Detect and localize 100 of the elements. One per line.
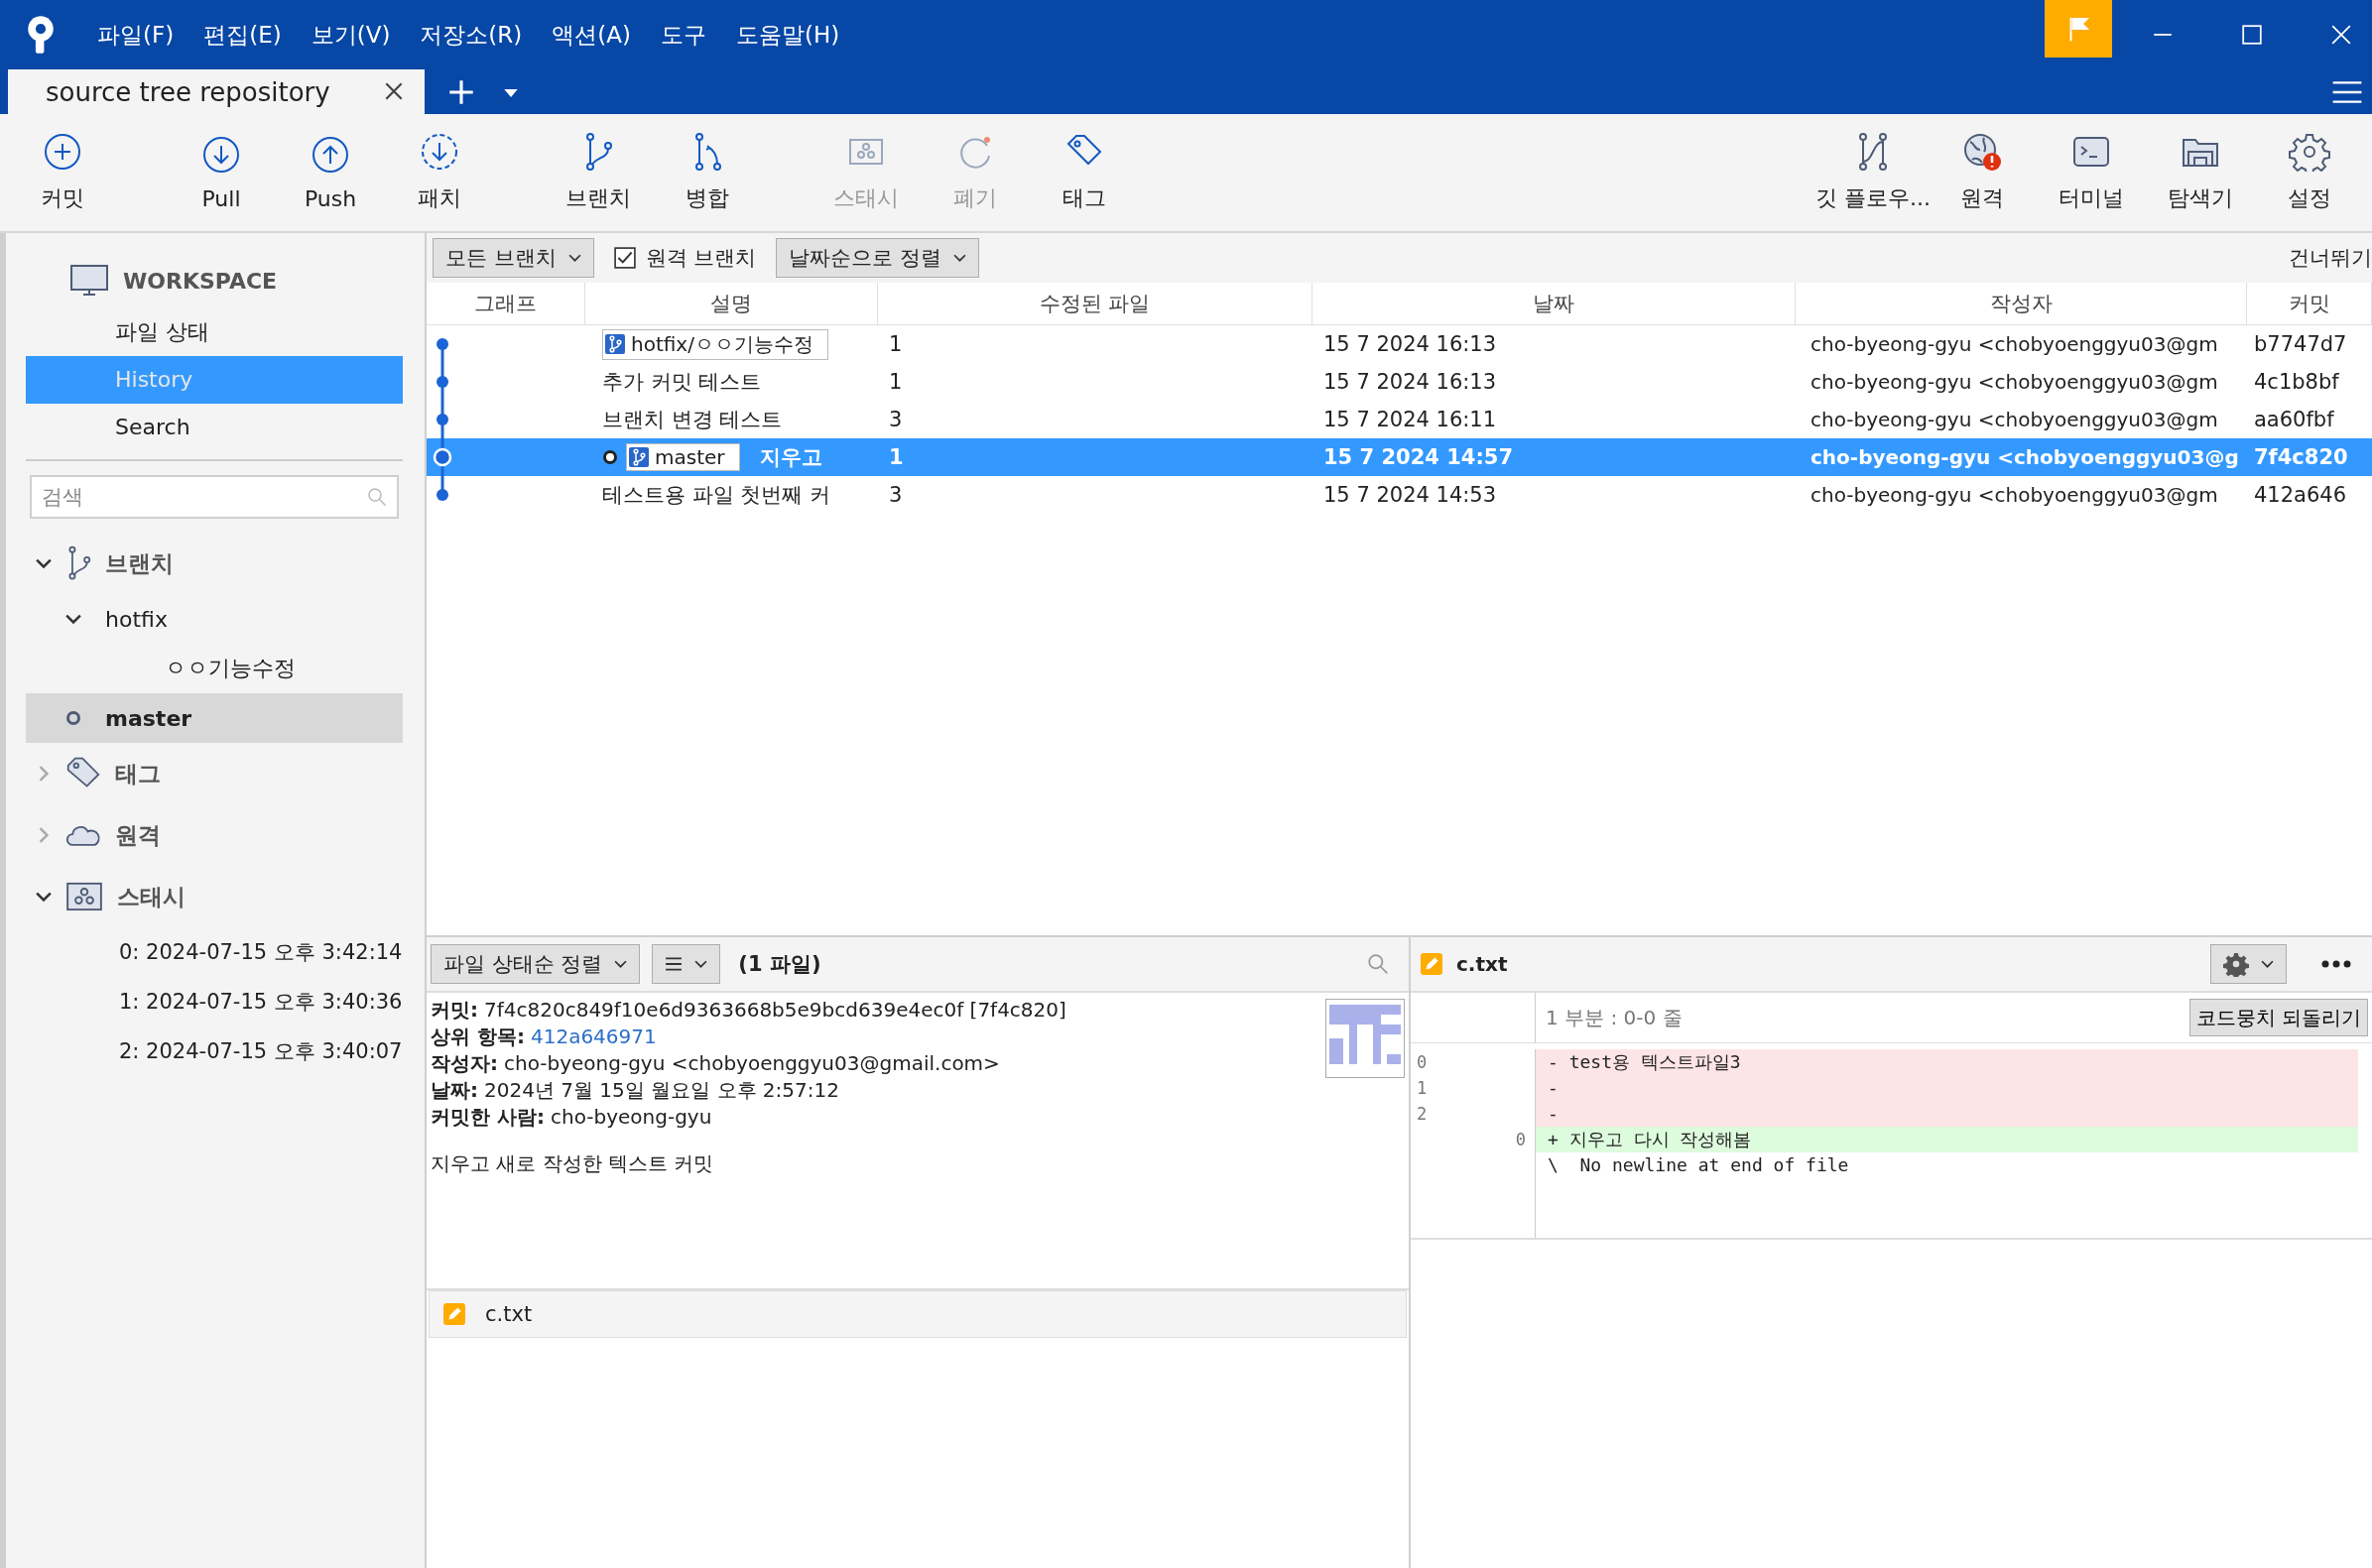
diff-file-name: c.txt xyxy=(1456,952,1508,976)
skip-label[interactable]: 건너뛰기 xyxy=(2289,244,2372,272)
toolbar-button[interactable]: Pull xyxy=(167,118,276,227)
down-arrow-circle-icon xyxy=(201,134,241,175)
sidebar-item[interactable]: Search xyxy=(26,404,403,451)
commit-date: 15 7 2024 14:57 xyxy=(1322,445,1515,469)
commit-row[interactable]: master 지우고 1 15 7 2024 14:57 cho-byeong-gyu <chobyoenggyu03@g 7f4c820 xyxy=(427,438,2372,476)
commit-date: 15 7 2024 16:13 xyxy=(1322,370,1498,394)
settings-icon xyxy=(2288,132,2331,172)
dashed-down-arrow-circle-icon xyxy=(420,132,459,172)
stash-item[interactable]: 0: 2024-07-15 오후 3:42:14 xyxy=(26,927,403,977)
commit-description: 테스트용 파일 첫번째 커 xyxy=(602,482,831,509)
caret-icon[interactable] xyxy=(504,89,518,98)
caret-icon xyxy=(614,959,628,969)
commit-date: 15 7 2024 16:11 xyxy=(1322,408,1498,431)
column-header[interactable]: 작성자 xyxy=(1796,283,2247,324)
file-sort-dropdown[interactable]: 파일 상태순 정렬 xyxy=(431,944,641,984)
new-tab-icon[interactable] xyxy=(448,79,474,105)
menu-item[interactable]: 편집(E) xyxy=(203,19,282,51)
repository-tab[interactable]: source tree repository xyxy=(8,69,425,114)
workspace-heading: WORKSPACE xyxy=(123,268,278,294)
stash-item[interactable]: 2: 2024-07-15 오후 3:40:07 xyxy=(26,1026,403,1076)
toolbar-button[interactable]: 터미널 xyxy=(2037,118,2146,227)
column-header[interactable]: 날짜 xyxy=(1312,283,1796,324)
menu-item[interactable]: 도움말(H) xyxy=(736,19,840,51)
revert-hunk-button[interactable]: 코드뭉치 되돌리기 xyxy=(2188,999,2368,1036)
field-label: 커밋: xyxy=(431,997,478,1024)
branch-item[interactable]: master xyxy=(26,693,403,743)
commit-hash: aa60fbf xyxy=(2253,408,2335,431)
search-icon[interactable] xyxy=(1367,953,1389,975)
menu-item[interactable]: 저장소(R) xyxy=(420,19,523,51)
file-row[interactable]: c.txt xyxy=(429,1290,1407,1338)
close-tab-icon[interactable] xyxy=(383,80,405,102)
plus-circle-icon xyxy=(43,132,82,172)
toolbar-button[interactable]: 병합 xyxy=(653,118,762,227)
commit-row[interactable]: 브랜치 변경 테스트 3 15 7 2024 16:11 cho-byeong-gyu <chobyoenggyu03@gm aa60fbf xyxy=(427,401,2372,438)
toolbar-button[interactable]: 태그 xyxy=(1030,118,1139,227)
section-heading[interactable]: 태그 xyxy=(115,758,161,789)
commit-description: 추가 커밋 테스트 xyxy=(602,369,762,396)
menu-item[interactable]: 액션(A) xyxy=(552,19,631,51)
caret-icon xyxy=(567,253,581,263)
commit-author: cho-byeong-gyu <chobyoenggyu03@gm xyxy=(1810,370,2219,394)
maximize-icon[interactable] xyxy=(2241,24,2263,46)
section-heading[interactable]: 원격 xyxy=(115,819,161,851)
close-icon[interactable] xyxy=(2330,24,2352,46)
column-header[interactable]: 수정된 파일 xyxy=(878,283,1312,324)
section-heading[interactable]: 브랜치 xyxy=(105,547,174,579)
menu-item[interactable]: 파일(F) xyxy=(97,19,175,51)
column-header[interactable]: 그래프 xyxy=(427,283,585,324)
commit-description: 지우고 xyxy=(759,444,822,471)
toolbar-button[interactable]: 설정 xyxy=(2255,118,2364,227)
commit-author: cho-byeong-gyu <chobyoenggyu03@g xyxy=(1810,445,2240,469)
parent-commit-link[interactable]: 412a646971 xyxy=(530,1024,657,1050)
menu-item[interactable]: 도구 xyxy=(661,19,706,51)
toolbar-button[interactable]: 원격 xyxy=(1928,118,2037,227)
pencil-file-icon xyxy=(443,1303,465,1325)
column-header[interactable]: 커밋 xyxy=(2247,283,2372,324)
toolbar-button[interactable]: Push xyxy=(276,118,385,227)
column-header[interactable]: 설명 xyxy=(585,283,878,324)
commit-hash: 7f4c820 xyxy=(2253,445,2349,469)
field-value: cho-byeong-gyu xyxy=(550,1104,712,1131)
field-label: 커밋한 사람: xyxy=(431,1104,545,1131)
branch-filter-dropdown[interactable]: 모든 브랜치 xyxy=(433,238,594,278)
line-number: 0 xyxy=(1417,1052,1428,1072)
line-number: 0 xyxy=(1515,1130,1526,1149)
sidebar-item[interactable]: 파일 상태 xyxy=(26,308,403,356)
toolbar-button[interactable]: 패치 xyxy=(385,118,494,227)
section-heading[interactable]: 스태시 xyxy=(117,881,186,912)
toolbar-button[interactable]: 깃 플로우... xyxy=(1818,118,1928,227)
commit-row[interactable]: 추가 커밋 테스트 1 15 7 2024 16:13 cho-byeong-gyu <chobyoenggyu03@gm 4c1b8bf xyxy=(427,363,2372,401)
caret-icon xyxy=(953,253,967,263)
sort-dropdown[interactable]: 날짜순으로 정렬 xyxy=(776,238,980,278)
more-icon[interactable] xyxy=(2320,960,2352,968)
menu-icon[interactable] xyxy=(2332,80,2362,104)
caret-icon xyxy=(2261,959,2274,969)
up-arrow-circle-icon xyxy=(311,134,350,175)
commit-hash: 4c1b8bf xyxy=(2253,370,2340,394)
branch-label: master xyxy=(626,443,740,471)
menu-item[interactable]: 보기(V) xyxy=(311,19,391,51)
branch-label: hotfix/ㅇㅇ기능수정 xyxy=(602,328,828,360)
settings-dropdown[interactable] xyxy=(2210,944,2287,984)
search-field[interactable]: 검색 xyxy=(30,475,399,519)
commit-row[interactable]: hotfix/ㅇㅇ기능수정 1 15 7 2024 16:13 cho-byeong-gyu <chobyoenggyu03@gm b7747d7 xyxy=(427,325,2372,363)
view-mode-dropdown[interactable] xyxy=(652,944,721,984)
commit-date: 15 7 2024 16:13 xyxy=(1322,332,1498,356)
field-value: cho-byeong-gyu <chobyoenggyu03@gmail.com> xyxy=(504,1050,1000,1077)
branch-icon xyxy=(629,447,649,467)
line-number: 1 xyxy=(1417,1078,1428,1098)
toolbar-button[interactable]: 커밋 xyxy=(8,118,117,227)
branch-item[interactable]: ㅇㅇ기능수정 xyxy=(26,644,403,693)
stash-item[interactable]: 1: 2024-07-15 오후 3:40:36 xyxy=(26,977,403,1026)
commit-author: cho-byeong-gyu <chobyoenggyu03@gm xyxy=(1810,332,2219,356)
checkbox-label[interactable]: 원격 브랜치 xyxy=(645,244,757,272)
branch-item[interactable]: hotfix xyxy=(26,594,403,644)
toolbar-button[interactable]: 탐색기 xyxy=(2146,118,2255,227)
commit-author: cho-byeong-gyu <chobyoenggyu03@gm xyxy=(1810,408,2219,431)
commit-row[interactable]: 테스트용 파일 첫번째 커 3 15 7 2024 14:53 cho-byeong-gyu <chobyoenggyu03@gm 412a646 xyxy=(427,476,2372,514)
checkbox[interactable] xyxy=(613,247,636,269)
commit-description: 브랜치 변경 테스트 xyxy=(602,407,783,433)
toolbar-button[interactable]: 브랜치 xyxy=(544,118,653,227)
